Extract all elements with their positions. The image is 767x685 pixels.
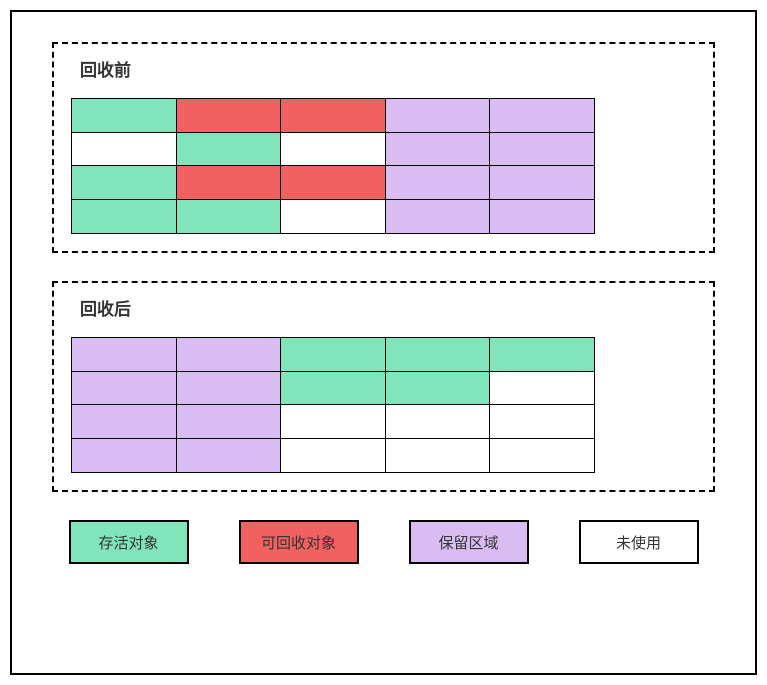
cell-unused (385, 404, 491, 439)
grid-row (72, 405, 695, 439)
grid-row (72, 338, 695, 372)
cell-reserved (71, 404, 177, 439)
diagram-container: 回收前 回收后 存活对象 可回收对象 保留区域 未使用 (10, 10, 757, 675)
cell-reserved (176, 438, 282, 473)
cell-recyclable (280, 98, 386, 133)
cell-reserved (176, 404, 282, 439)
cell-unused (489, 438, 595, 473)
cell-reserved (176, 371, 282, 406)
grid-row (72, 133, 695, 167)
cell-recyclable (176, 98, 282, 133)
cell-alive (280, 337, 386, 372)
cell-unused (489, 371, 595, 406)
grid-row (72, 99, 695, 133)
cell-reserved (489, 98, 595, 133)
section-after-title: 回收后 (80, 295, 695, 320)
cell-reserved (489, 165, 595, 200)
cell-alive (385, 371, 491, 406)
cell-reserved (385, 132, 491, 167)
cell-alive (176, 199, 282, 234)
legend-recyclable: 可回收对象 (239, 520, 359, 564)
cell-reserved (385, 165, 491, 200)
legend-unused: 未使用 (579, 520, 699, 564)
cell-reserved (385, 98, 491, 133)
section-before: 回收前 (52, 42, 715, 253)
legend-reserved: 保留区域 (409, 520, 529, 564)
legend: 存活对象 可回收对象 保留区域 未使用 (52, 520, 715, 564)
cell-alive (71, 165, 177, 200)
cell-reserved (71, 371, 177, 406)
cell-unused (280, 404, 386, 439)
cell-reserved (489, 132, 595, 167)
cell-alive (280, 371, 386, 406)
cell-alive (71, 98, 177, 133)
cell-recyclable (280, 165, 386, 200)
cell-reserved (385, 199, 491, 234)
cell-reserved (176, 337, 282, 372)
cell-reserved (71, 438, 177, 473)
cell-unused (385, 438, 491, 473)
grid-row (72, 439, 695, 473)
cell-alive (385, 337, 491, 372)
grid-before (72, 99, 695, 233)
cell-alive (489, 337, 595, 372)
cell-unused (280, 132, 386, 167)
legend-alive: 存活对象 (69, 520, 189, 564)
cell-alive (176, 132, 282, 167)
cell-reserved (71, 337, 177, 372)
grid-row (72, 372, 695, 406)
cell-alive (71, 199, 177, 234)
cell-unused (280, 199, 386, 234)
grid-after (72, 338, 695, 472)
section-before-title: 回收前 (80, 56, 695, 81)
section-after: 回收后 (52, 281, 715, 492)
cell-unused (71, 132, 177, 167)
cell-recyclable (176, 165, 282, 200)
grid-row (72, 200, 695, 234)
cell-unused (489, 404, 595, 439)
grid-row (72, 166, 695, 200)
cell-reserved (489, 199, 595, 234)
cell-unused (280, 438, 386, 473)
